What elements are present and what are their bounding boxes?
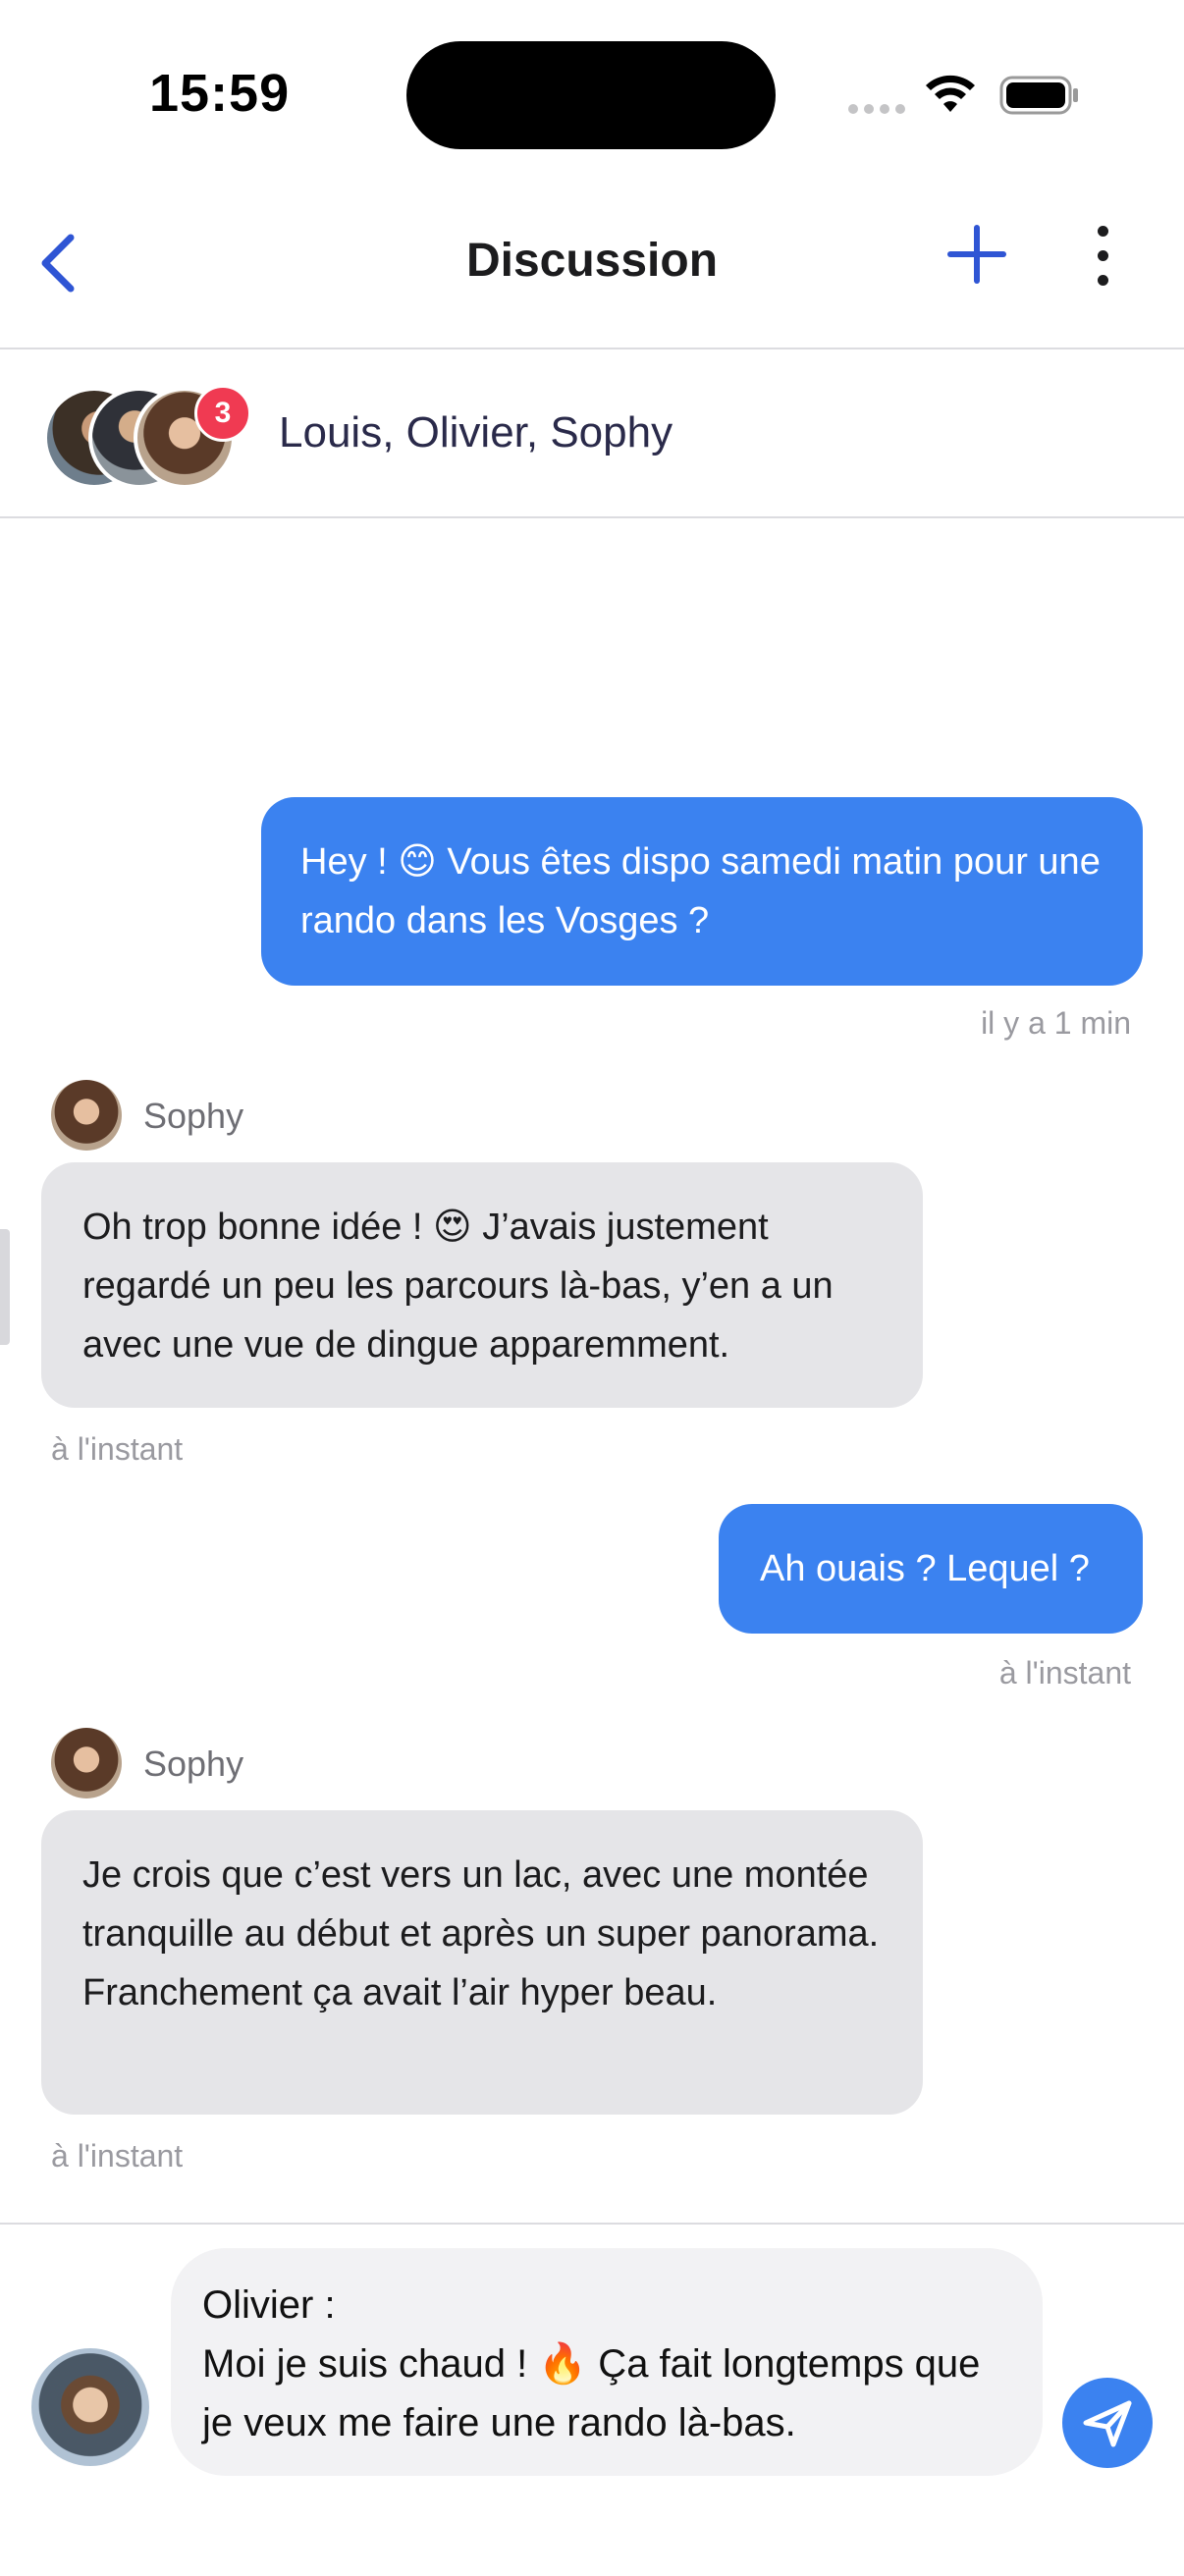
avatar[interactable] [51,1728,122,1798]
status-bar: 15:59 [0,0,1184,187]
nav-header: Discussion [0,187,1184,349]
composer-sender-label: Olivier : [202,2283,336,2327]
unread-badge: 3 [194,385,251,442]
participants-bar[interactable]: 3 Louis, Olivier, Sophy [0,349,1184,518]
battery-icon [999,76,1078,115]
composer-text: Moi je suis chaud ! 🔥 Ça fait longtemps … [202,2342,981,2444]
sender-name: Sophy [143,1096,244,1136]
message-timestamp: il y a 1 min [981,1005,1131,1041]
send-button[interactable] [1062,2378,1153,2468]
sender-name: Sophy [143,1744,244,1784]
send-icon [1083,2400,1132,2447]
message-input[interactable]: Olivier : Moi je suis chaud ! 🔥 Ça fait … [171,2248,1043,2476]
avatar [31,2348,149,2466]
message-bubble-outgoing[interactable]: Hey ! 😊 Vous êtes dispo samedi matin pou… [261,797,1143,986]
dynamic-island [406,41,776,149]
message-bubble-incoming[interactable]: Je crois que c’est vers un lac, avec une… [41,1810,923,2115]
message-bubble-incoming[interactable]: Oh trop bonne idée ! 😍 J’avais justement… [41,1162,923,1408]
message-timestamp: à l'instant [51,1431,184,1467]
message-timestamp: à l'instant [998,1655,1131,1690]
participants-names: Louis, Olivier, Sophy [279,408,673,456]
more-options-button[interactable] [1080,220,1125,293]
avatar[interactable] [51,1080,122,1151]
wifi-icon [926,75,975,112]
cellular-signal-icon [848,104,907,116]
message-timestamp: à l'instant [51,2138,184,2174]
message-composer: Olivier : Moi je suis chaud ! 🔥 Ça fait … [0,2223,1184,2576]
add-participant-button[interactable] [942,220,1011,289]
message-bubble-outgoing[interactable]: Ah ouais ? Lequel ? [719,1504,1143,1634]
status-time: 15:59 [149,64,291,123]
side-edge-handle[interactable] [0,1229,10,1345]
participant-avatars[interactable]: 3 [43,385,259,491]
